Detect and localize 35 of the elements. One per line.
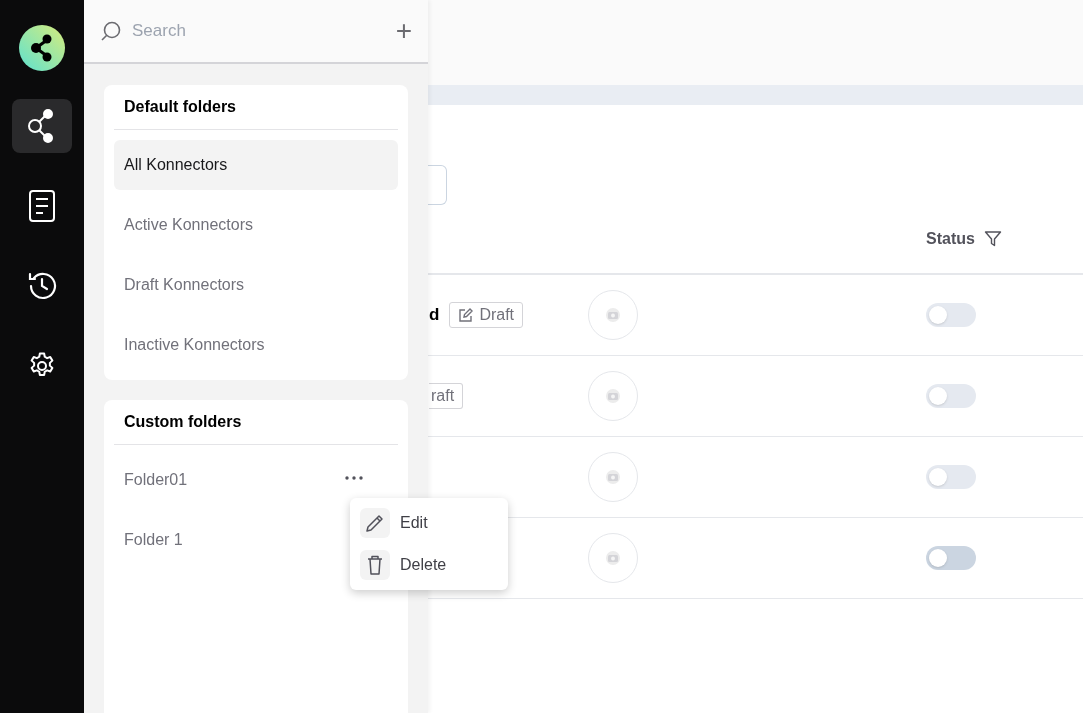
folder-item[interactable]: Folder 1 <box>124 528 183 552</box>
logo-icon <box>19 25 65 71</box>
document-icon <box>29 190 55 222</box>
status-toggle[interactable] <box>926 465 976 489</box>
status-badge: raft <box>429 383 464 409</box>
search-field[interactable]: Search + <box>84 0 428 64</box>
avatar-placeholder <box>588 371 638 421</box>
folder-item[interactable]: Active Konnectors <box>114 200 398 250</box>
folder-item[interactable]: Folder01 <box>124 468 188 492</box>
status-toggle[interactable] <box>926 546 976 570</box>
input-field[interactable] <box>428 165 447 205</box>
history-icon <box>27 271 57 301</box>
search-icon <box>100 20 122 42</box>
more-icon[interactable] <box>345 476 363 480</box>
trash-icon <box>360 550 390 580</box>
folder-item[interactable]: Draft Konnectors <box>114 260 398 310</box>
add-button[interactable]: + <box>395 17 412 45</box>
section-title: Default folders <box>114 85 398 130</box>
menu-item[interactable]: Edit <box>360 505 498 541</box>
column-header: Status <box>926 229 975 249</box>
avatar-placeholder <box>588 290 638 340</box>
pencil-icon <box>360 508 390 538</box>
share-button[interactable] <box>12 99 72 153</box>
status-toggle[interactable] <box>926 384 976 408</box>
folder-item[interactable]: Inactive Konnectors <box>114 320 398 370</box>
folder-item[interactable]: All Konnectors <box>114 140 398 190</box>
edit-icon <box>458 307 474 323</box>
avatar-placeholder <box>588 533 638 583</box>
filter-icon[interactable] <box>983 230 1002 248</box>
konnector-name: d <box>429 304 440 327</box>
status-badge: Draft <box>449 302 524 328</box>
avatar-placeholder <box>588 452 638 502</box>
status-toggle[interactable] <box>926 303 976 327</box>
section-title: Custom folders <box>114 400 398 445</box>
menu-item[interactable]: Delete <box>360 547 498 583</box>
